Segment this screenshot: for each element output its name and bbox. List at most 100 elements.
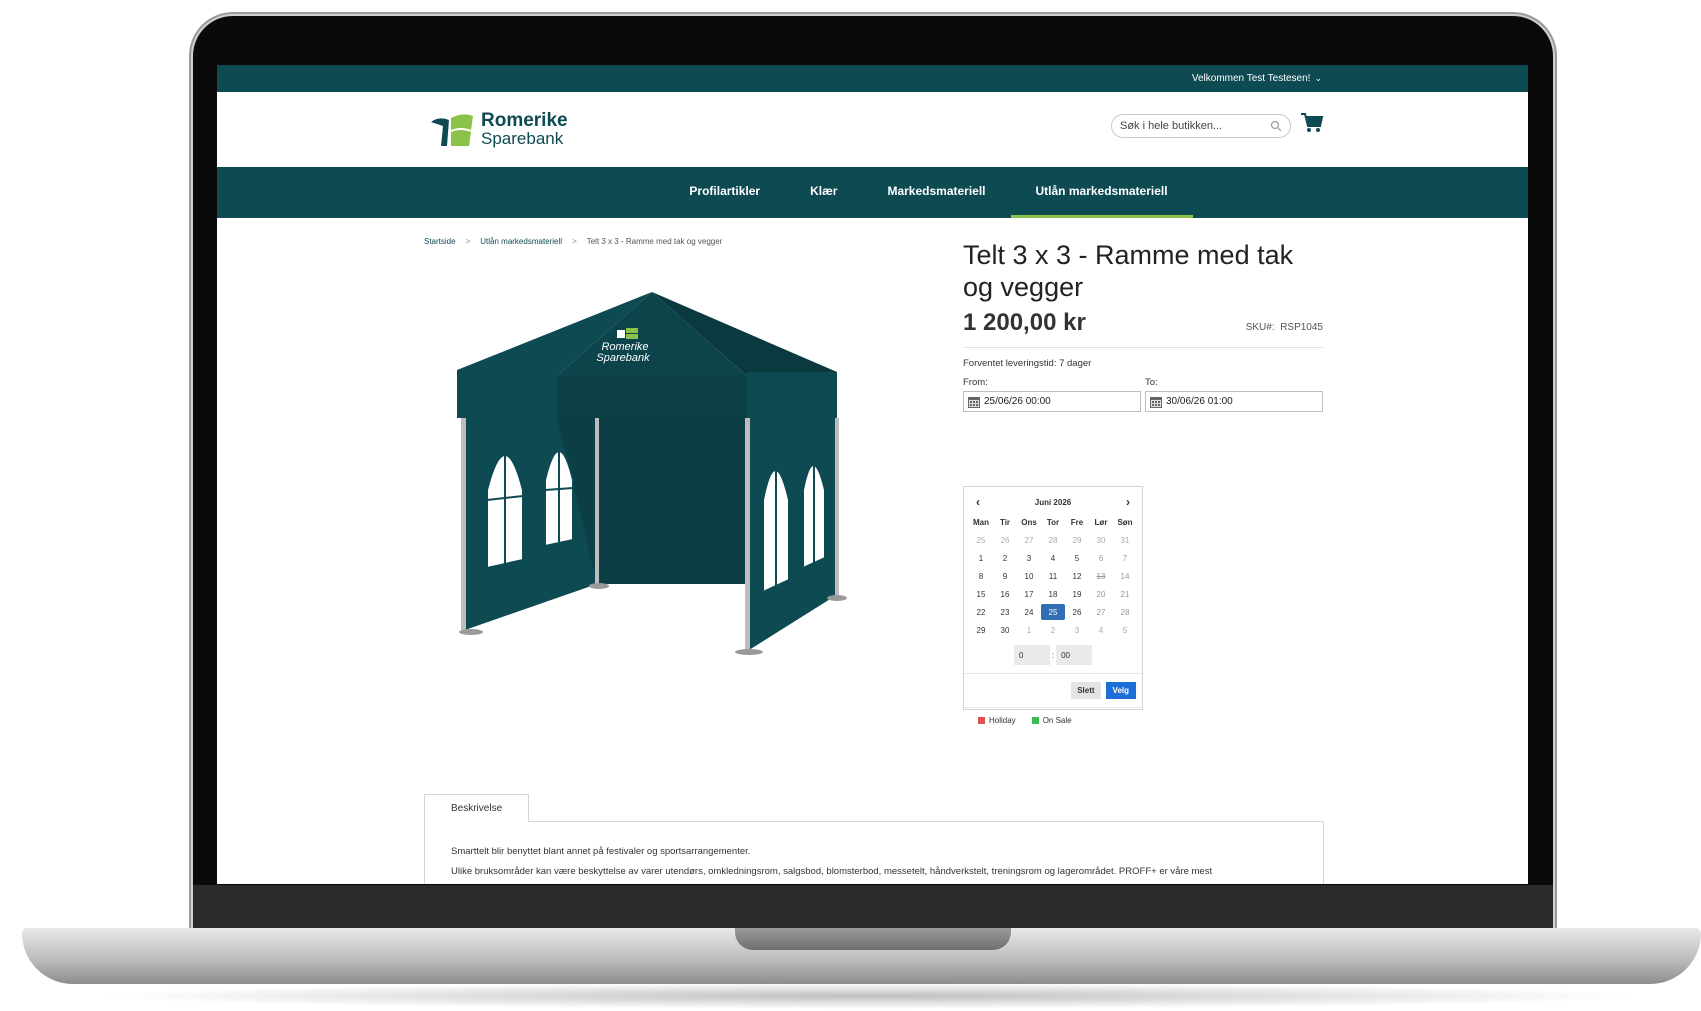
calendar-day[interactable]: 22: [969, 604, 993, 620]
product-price: 1 200,00 kr: [963, 309, 1086, 336]
breadcrumb-home[interactable]: Startside: [424, 237, 456, 246]
calendar-day[interactable]: 11: [1041, 568, 1065, 584]
weekday-header: Man: [973, 517, 989, 527]
product-image-tent[interactable]: Romerike Sparebank: [457, 290, 887, 690]
legend-on-sale: On Sale: [1031, 716, 1072, 725]
shopping-cart-icon[interactable]: [1300, 112, 1324, 134]
welcome-user-menu[interactable]: Velkommen Test Testesen!: [1192, 73, 1311, 84]
calendar-day[interactable]: 20: [1089, 586, 1113, 602]
breadcrumb-category[interactable]: Utlån markedsmateriell: [480, 237, 562, 246]
calendar-day[interactable]: 17: [1017, 586, 1041, 602]
next-month-button[interactable]: ›: [1126, 495, 1130, 509]
tab-description[interactable]: Beskrivelse: [424, 794, 530, 822]
calendar-day[interactable]: 5: [1113, 622, 1137, 638]
to-date-input[interactable]: 30/06/26 01:00: [1145, 391, 1323, 412]
calendar-day[interactable]: 30: [1089, 532, 1113, 548]
calendar-day[interactable]: 30: [993, 622, 1017, 638]
calendar-icon[interactable]: [967, 395, 981, 409]
calendar-day[interactable]: 27: [1017, 532, 1041, 548]
leaf-logo-icon: [431, 114, 473, 146]
calendar-day[interactable]: 2: [993, 550, 1017, 566]
brand-line1: Romerike: [481, 110, 568, 131]
legend-holiday: Holiday: [978, 716, 1016, 725]
date-picker-header: ‹ Juni 2026 ›: [964, 487, 1142, 511]
calendar-day[interactable]: 2: [1041, 622, 1065, 638]
laptop-notch: [735, 928, 1011, 950]
calendar-legend: Holiday On Sale: [964, 707, 1142, 725]
to-date-value: 30/06/26 01:00: [1166, 396, 1233, 407]
tent-logo-text-line2: Sparebank: [596, 352, 650, 364]
date-picker-actions: Slett Velg: [964, 673, 1142, 699]
calendar-day[interactable]: 13: [1089, 568, 1113, 584]
product-info: Telt 3 x 3 - Ramme med tak og vegger 1 2…: [963, 239, 1323, 412]
calendar-day[interactable]: 10: [1017, 568, 1041, 584]
lead-time: Forventet leveringstid: 7 dager: [963, 358, 1092, 369]
calendar-day[interactable]: 25: [1041, 604, 1065, 620]
on-sale-swatch: [1031, 717, 1039, 724]
calendar-day[interactable]: 15: [969, 586, 993, 602]
calendar-grid: Man Tir Ons Tor Fre Lør Søn 25 26 27 28 29 30 31 1 2 3 4 5…: [969, 513, 1137, 639]
calendar-day[interactable]: 25: [969, 532, 993, 548]
calendar-day[interactable]: 26: [993, 532, 1017, 548]
price-row: 1 200,00 kr SKU#: RSP1045: [963, 309, 1323, 348]
prev-month-button[interactable]: ‹: [976, 495, 980, 509]
minute-input[interactable]: 00: [1056, 645, 1093, 665]
weekday-header: Ons: [1021, 517, 1037, 527]
brand-logo[interactable]: Romerike Sparebank: [429, 110, 568, 148]
chevron-down-icon[interactable]: ⌄: [1314, 73, 1322, 84]
calendar-day[interactable]: 8: [969, 568, 993, 584]
calendar-day[interactable]: 29: [1065, 532, 1089, 548]
calendar-day[interactable]: 16: [993, 586, 1017, 602]
calendar-day[interactable]: 4: [1041, 550, 1065, 566]
calendar-icon[interactable]: [1149, 395, 1163, 409]
nav-item-profilartikler[interactable]: Profilartikler: [664, 167, 785, 218]
sku-value: RSP1045: [1280, 322, 1323, 333]
search-icon[interactable]: [1270, 120, 1282, 132]
calendar-day[interactable]: 3: [1017, 550, 1041, 566]
calendar-day[interactable]: 19: [1065, 586, 1089, 602]
calendar-day[interactable]: 31: [1113, 532, 1137, 548]
calendar-day[interactable]: 27: [1089, 604, 1113, 620]
breadcrumb: Startside > Utlån markedsmateriell > Tel…: [424, 237, 722, 246]
product-sku: SKU#: RSP1045: [1246, 322, 1323, 333]
nav-item-markedsmateriell[interactable]: Markedsmateriell: [862, 167, 1010, 218]
legend-holiday-label: Holiday: [989, 716, 1016, 725]
calendar-day[interactable]: 9: [993, 568, 1017, 584]
calendar-day[interactable]: 7: [1113, 550, 1137, 566]
calendar-day[interactable]: 28: [1041, 532, 1065, 548]
breadcrumb-current: Telt 3 x 3 - Ramme med tak og vegger: [586, 237, 723, 246]
description-line-1: Smarttelt blir benyttet blant annet på f…: [451, 846, 751, 857]
from-date-input[interactable]: 25/06/26 00:00: [963, 391, 1141, 412]
hour-input[interactable]: 0: [1013, 645, 1050, 665]
from-field-group: From: 25/06/26 00:00: [963, 377, 1141, 412]
breadcrumb-separator: >: [465, 237, 471, 246]
calendar-day[interactable]: 14: [1113, 568, 1137, 584]
calendar-day[interactable]: 23: [993, 604, 1017, 620]
calendar-day[interactable]: 6: [1089, 550, 1113, 566]
calendar-day[interactable]: 24: [1017, 604, 1041, 620]
calendar-day[interactable]: 12: [1065, 568, 1089, 584]
calendar-day[interactable]: 28: [1113, 604, 1137, 620]
legend-sale-label: On Sale: [1042, 716, 1072, 725]
brand-name: Romerike Sparebank: [481, 110, 568, 148]
calendar-day[interactable]: 29: [969, 622, 993, 638]
calendar-day[interactable]: 5: [1065, 550, 1089, 566]
nav-item-utlan-markedsmateriell[interactable]: Utlån markedsmateriell: [1010, 167, 1193, 218]
to-field-group: To: 30/06/26 01:00: [1145, 377, 1323, 412]
weekday-header: Lør: [1094, 517, 1108, 527]
calendar-day[interactable]: 21: [1113, 586, 1137, 602]
calendar-day[interactable]: 18: [1041, 586, 1065, 602]
calendar-day[interactable]: 1: [1017, 622, 1041, 638]
select-button[interactable]: Velg: [1105, 682, 1136, 699]
brand-line2: Sparebank: [481, 129, 564, 148]
calendar-day[interactable]: 3: [1065, 622, 1089, 638]
calendar-day[interactable]: 1: [969, 550, 993, 566]
calendar-day[interactable]: 4: [1089, 622, 1113, 638]
nav-item-klaer[interactable]: Klær: [785, 167, 862, 218]
calendar-day[interactable]: 26: [1065, 604, 1089, 620]
clear-button[interactable]: Slett: [1071, 682, 1101, 699]
top-bar: Velkommen Test Testesen! ⌄: [217, 65, 1528, 92]
search-input[interactable]: [1120, 120, 1270, 132]
main-navigation: Profilartikler Klær Markedsmateriell Utl…: [217, 167, 1528, 218]
laptop-mockup: Velkommen Test Testesen! ⌄ Romerike Spar…: [0, 0, 1701, 1011]
